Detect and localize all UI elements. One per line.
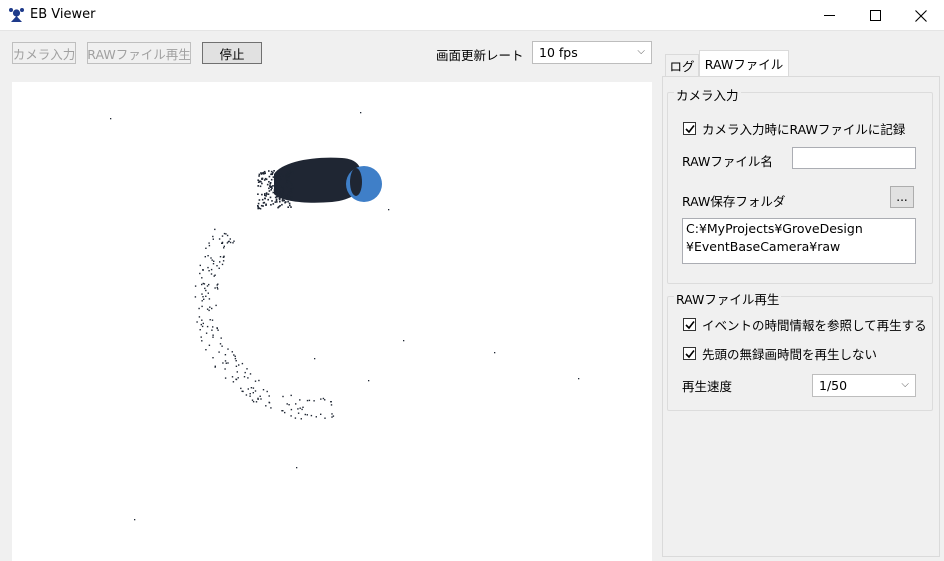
playback-speed-value: 1/50	[819, 378, 848, 393]
refresh-rate-select[interactable]: 10 fps ⌵	[532, 41, 652, 64]
chevron-down-icon: ⌵	[637, 46, 645, 57]
event-cluster-edge	[350, 168, 362, 196]
skip-leading-gap-label: 先頭の無録画時間を再生しない	[702, 347, 878, 362]
app-icon	[9, 8, 24, 22]
tab-raw-file[interactable]: RAWファイル	[699, 50, 789, 76]
record-raw-checkbox[interactable]: カメラ入力時にRAWファイルに記録	[683, 119, 905, 138]
use-event-timing-label: イベントの時間情報を参照して再生する	[702, 318, 927, 333]
raw-filename-input[interactable]	[792, 147, 916, 169]
use-event-timing-checkbox[interactable]: イベントの時間情報を参照して再生する	[683, 315, 927, 334]
checkmark-icon	[684, 124, 695, 133]
client-area: カメラ入力 RAWファイル再生 停止 画面更新レート 10 fps ⌵ ログ R…	[0, 31, 944, 561]
event-display-canvas[interactable]	[12, 82, 652, 561]
browse-folder-button[interactable]: ...	[890, 186, 914, 208]
chevron-down-icon: ⌵	[901, 379, 909, 390]
checkbox-box	[683, 318, 696, 331]
raw-filename-label: RAWファイル名	[682, 154, 773, 169]
raw-playback-button[interactable]: RAWファイル再生	[87, 42, 191, 64]
record-raw-label: カメラ入力時にRAWファイルに記録	[702, 122, 906, 137]
tab-log[interactable]: ログ	[665, 54, 699, 76]
event-visualization	[110, 112, 580, 521]
raw-playback-group: RAWファイル再生 イベントの時間情報を参照して再生する 先頭の無録画時間を再生…	[667, 289, 933, 411]
checkmark-icon	[684, 349, 695, 358]
camera-input-group-title: カメラ入力	[674, 85, 741, 104]
camera-input-button[interactable]: カメラ入力	[12, 42, 76, 64]
checkmark-icon	[684, 320, 695, 329]
playback-speed-label: 再生速度	[682, 379, 733, 394]
maximize-icon	[869, 10, 881, 21]
checkbox-box	[683, 347, 696, 360]
window-title: EB Viewer	[30, 7, 96, 22]
checkbox-box	[683, 122, 696, 135]
raw-playback-group-title: RAWファイル再生	[674, 289, 782, 308]
stop-button[interactable]: 停止	[202, 42, 262, 64]
camera-input-group: カメラ入力 カメラ入力時にRAWファイルに記録 RAWファイル名 RAW保存フォ…	[667, 85, 933, 284]
minimize-button[interactable]	[806, 0, 852, 31]
refresh-rate-label: 画面更新レート	[436, 48, 524, 63]
skip-leading-gap-checkbox[interactable]: 先頭の無録画時間を再生しない	[683, 344, 877, 363]
raw-folder-path-field[interactable]: C:¥MyProjects¥GroveDesign ¥EventBaseCame…	[682, 218, 916, 264]
refresh-rate-value: 10 fps	[539, 45, 578, 60]
title-bar: EB Viewer	[0, 0, 944, 31]
raw-file-tab-panel: カメラ入力 カメラ入力時にRAWファイルに記録 RAWファイル名 RAW保存フォ…	[662, 76, 940, 557]
maximize-button[interactable]	[852, 0, 898, 31]
playback-speed-select[interactable]: 1/50 ⌵	[812, 374, 916, 397]
close-icon	[915, 9, 927, 22]
raw-folder-label: RAW保存フォルダ	[682, 194, 786, 209]
minimize-icon	[823, 15, 835, 16]
close-button[interactable]	[898, 0, 944, 31]
